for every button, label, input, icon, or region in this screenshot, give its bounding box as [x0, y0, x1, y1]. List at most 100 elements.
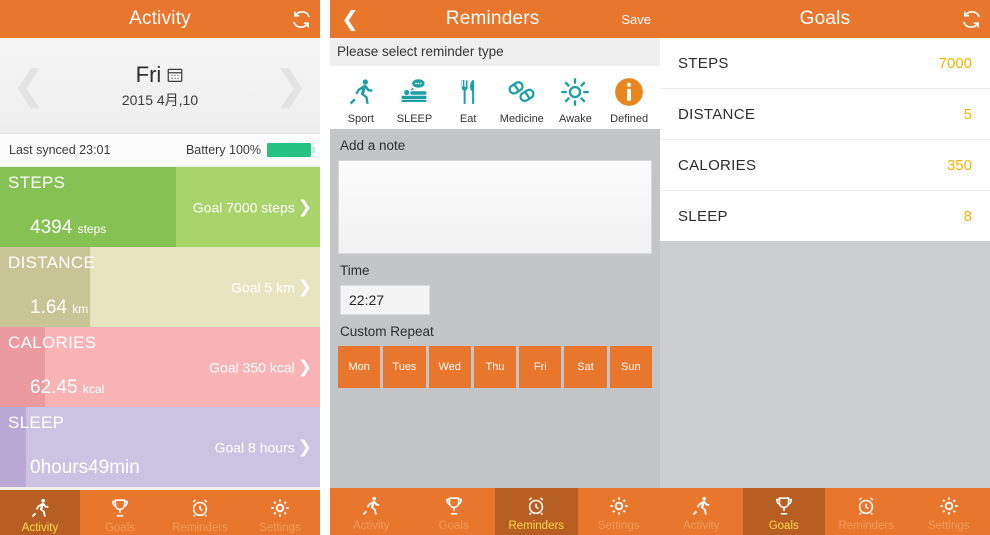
stat-row-calories[interactable]: CALORIES 62.45 kcal Goal 350 kcal ❯ [0, 327, 320, 407]
goal-value: 7000 [938, 54, 972, 72]
custom-repeat-days: Mon Tues Wed Thu Fri Sat Sun [330, 346, 660, 388]
tab-label: Activity [683, 520, 720, 532]
header-spacer-left [0, 0, 38, 38]
calendar-icon[interactable] [166, 66, 184, 84]
tab-goals[interactable]: Goals [742, 488, 825, 535]
time-input[interactable]: 22:27 [340, 285, 430, 315]
goal-label: CALORIES [678, 156, 757, 174]
running-icon [360, 493, 382, 518]
tab-goals[interactable]: Goals [413, 488, 496, 535]
day-toggle-mon[interactable]: Mon [338, 346, 381, 388]
reminder-type-medicine[interactable]: Medicine [497, 73, 547, 125]
tab-activity[interactable]: Activity [330, 488, 413, 535]
goal-row-sleep[interactable]: SLEEP 8 [660, 191, 990, 241]
tab-goals[interactable]: Goals [80, 490, 160, 535]
stat-row-sleep[interactable]: SLEEP 0hours49min Goal 8 hours ❯ [0, 407, 320, 487]
header-spacer-left [660, 0, 698, 38]
next-day-button[interactable]: ❯ [262, 66, 320, 106]
info-circle-icon [604, 73, 654, 111]
goal-value: 350 [946, 156, 972, 174]
page-title: Reminders [445, 8, 540, 29]
sync-status-bar: Last synced 23:01 Battery 100% [0, 134, 320, 167]
day-toggle-tues[interactable]: Tues [383, 346, 426, 388]
stat-number: 1.64 [30, 297, 67, 318]
tab-label: Settings [259, 522, 301, 534]
trophy-icon [773, 493, 795, 518]
reminder-type-label: Medicine [499, 113, 544, 125]
gear-icon [269, 495, 291, 520]
running-icon [336, 73, 386, 111]
stat-number: 0hours49min [30, 457, 140, 478]
refresh-icon[interactable] [282, 0, 320, 38]
goals-list: STEPS 7000 DISTANCE 5 CALORIES 350 SLEEP… [660, 38, 990, 241]
tab-label: Settings [927, 520, 970, 532]
goal-row-distance[interactable]: DISTANCE 5 [660, 89, 990, 140]
chevron-right-icon: ❯ [297, 197, 312, 217]
stat-label: CALORIES [8, 333, 97, 352]
reminder-type-label: Defined [610, 113, 649, 125]
day-name: Fri [135, 61, 162, 87]
panel-divider [320, 0, 330, 535]
stat-value: 0hours49min [30, 457, 140, 479]
tab-label: Reminders [508, 520, 565, 532]
stat-unit: kcal [82, 382, 105, 396]
stat-value: 62.45 kcal [30, 377, 104, 399]
trophy-icon [109, 495, 131, 520]
tab-reminders[interactable]: Reminders [160, 490, 240, 535]
day-toggle-fri[interactable]: Fri [519, 346, 562, 388]
tab-label: Goals [438, 520, 469, 532]
tab-reminders[interactable]: Reminders [825, 488, 908, 535]
stat-label: DISTANCE [8, 253, 96, 272]
stat-goal-label: Goal 350 kcal [209, 359, 295, 375]
day-toggle-thu[interactable]: Thu [473, 346, 517, 388]
day-toggle-wed[interactable]: Wed [428, 346, 471, 388]
stat-goal[interactable]: Goal 7000 steps ❯ [193, 199, 312, 216]
goals-header: Goals [660, 0, 990, 38]
activity-header: Activity [0, 0, 320, 38]
note-input[interactable] [338, 160, 652, 254]
repeat-label: Custom Repeat [340, 324, 434, 339]
reminder-type-awake[interactable]: Awake [550, 73, 600, 125]
stat-row-distance[interactable]: DISTANCE 1.64 km Goal 5 km ❯ [0, 247, 320, 327]
reminder-type-sport[interactable]: Sport [336, 73, 386, 125]
running-icon [690, 493, 712, 518]
tab-activity[interactable]: Activity [0, 490, 80, 535]
reminder-type-label: Eat [459, 113, 477, 125]
stat-goal[interactable]: Goal 350 kcal ❯ [209, 359, 312, 376]
goal-value: 8 [963, 207, 972, 225]
activity-screen: Activity ❮ Fri 2015 4月,10 ❯ Last synced … [0, 0, 320, 535]
stat-goal-label: Goal 5 km [230, 279, 295, 295]
date-navigator: ❮ Fri 2015 4月,10 ❯ [0, 38, 320, 134]
save-button[interactable]: Save [617, 12, 660, 27]
tab-settings[interactable]: Settings [240, 490, 320, 535]
stat-goal[interactable]: Goal 5 km ❯ [231, 279, 312, 296]
tab-reminders[interactable]: Reminders [495, 488, 578, 535]
tab-label: Goals [768, 520, 799, 532]
time-label: Time [340, 263, 370, 278]
tab-settings[interactable]: Settings [578, 488, 661, 535]
tab-settings[interactable]: Settings [908, 488, 990, 535]
back-chevron-icon[interactable]: ❮ [330, 0, 368, 38]
reminder-type-eat[interactable]: Eat [443, 73, 493, 125]
reminder-type-sleep[interactable]: SLEEP [389, 73, 439, 125]
stat-goal[interactable]: Goal 8 hours ❯ [215, 439, 312, 456]
bottom-tabbar: Activity Goals Reminders Settings [660, 488, 990, 535]
full-date: 2015 4月,10 [121, 91, 199, 108]
reminder-type-defined[interactable]: Defined [604, 73, 654, 125]
note-label: Add a note [340, 138, 406, 153]
goal-row-steps[interactable]: STEPS 7000 [660, 38, 990, 89]
tab-activity[interactable]: Activity [660, 488, 743, 535]
reminders-body: Please select reminder type Sport SLEEP [330, 38, 660, 535]
reminder-type-label: Sport [347, 113, 374, 125]
reminder-type-label: Awake [559, 113, 592, 125]
stat-value: 1.64 km [30, 297, 88, 319]
day-toggle-sat[interactable]: Sat [564, 346, 607, 388]
refresh-icon[interactable] [952, 0, 990, 38]
alarm-clock-icon [525, 493, 547, 518]
prev-day-button[interactable]: ❮ [0, 66, 58, 106]
day-toggle-sun[interactable]: Sun [609, 346, 652, 388]
goal-value: 5 [963, 105, 972, 123]
current-date[interactable]: Fri 2015 4月,10 [58, 62, 262, 110]
stat-row-steps[interactable]: STEPS 4394 steps Goal 7000 steps ❯ [0, 167, 320, 247]
goal-row-calories[interactable]: CALORIES 350 [660, 140, 990, 191]
